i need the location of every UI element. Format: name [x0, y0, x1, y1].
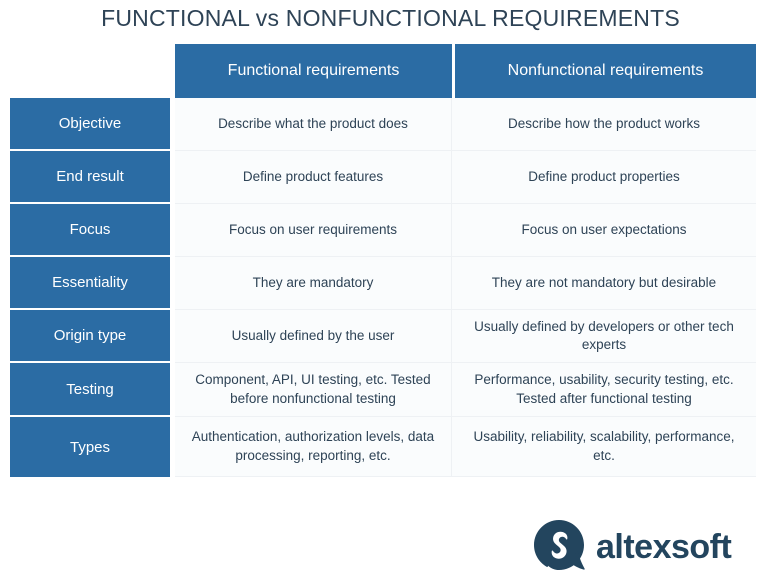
- table-row: Types Authentication, authorization leve…: [10, 417, 756, 477]
- row-label-essentiality: Essentiality: [10, 257, 170, 310]
- row-label-focus: Focus: [10, 204, 170, 257]
- table-row: Essentiality They are mandatory They are…: [10, 257, 756, 310]
- cell-text: They are mandatory: [252, 274, 374, 290]
- row-label-end-result: End result: [10, 151, 170, 204]
- cell-testing-functional: Component, API, UI testing, etc. Tested …: [175, 363, 452, 417]
- cell-text: Component, API, UI testing, etc. Tested …: [195, 372, 431, 406]
- table-row: Origin type Usually defined by the user …: [10, 310, 756, 363]
- cell-text: Describe what the product does: [218, 115, 408, 131]
- column-header-functional: Functional requirements: [175, 44, 452, 98]
- cell-essentiality-functional: They are mandatory: [175, 257, 452, 310]
- altexsoft-logo: altexsoft: [532, 518, 732, 572]
- cell-text: Performance, usability, security testing…: [474, 372, 734, 406]
- cell-types-functional: Authentication, authorization levels, da…: [175, 417, 452, 477]
- table-corner-cell: [10, 44, 170, 98]
- cell-origin-type-nonfunctional: Usually defined by developers or other t…: [452, 310, 756, 363]
- cell-focus-nonfunctional: Focus on user expectations: [452, 204, 756, 257]
- table-row: Focus Focus on user requirements Focus o…: [10, 204, 756, 257]
- cell-text: Usually defined by developers or other t…: [474, 318, 734, 352]
- cell-end-result-functional: Define product features: [175, 151, 452, 204]
- cell-focus-functional: Focus on user requirements: [175, 204, 452, 257]
- cell-text: Usability, reliability, scalability, per…: [473, 429, 735, 463]
- speech-bubble-a-icon: [532, 518, 586, 572]
- row-label-objective: Objective: [10, 98, 170, 151]
- cell-text: Authentication, authorization levels, da…: [191, 429, 435, 463]
- cell-text: Usually defined by the user: [231, 327, 395, 343]
- row-label-origin-type: Origin type: [10, 310, 170, 363]
- table-row: Objective Describe what the product does…: [10, 98, 756, 151]
- cell-testing-nonfunctional: Performance, usability, security testing…: [452, 363, 756, 417]
- row-label-testing: Testing: [10, 363, 170, 417]
- table-row: End result Define product features Defin…: [10, 151, 756, 204]
- cell-text: Describe how the product works: [507, 115, 701, 131]
- page-title: FUNCTIONAL vs NONFUNCTIONAL REQUIREMENTS: [101, 5, 680, 31]
- cell-objective-functional: Describe what the product does: [175, 98, 452, 151]
- table-row: Testing Component, API, UI testing, etc.…: [10, 363, 756, 417]
- cell-text: They are not mandatory but desirable: [491, 274, 717, 290]
- cell-text: Focus on user expectations: [521, 221, 687, 237]
- cell-text: Define product properties: [528, 168, 680, 184]
- altexsoft-wordmark: altexsoft: [596, 528, 732, 566]
- table-header-row: Functional requirements Nonfunctional re…: [10, 44, 756, 98]
- cell-text: Define product features: [242, 168, 384, 184]
- cell-essentiality-nonfunctional: They are not mandatory but desirable: [452, 257, 756, 310]
- infographic-page: FUNCTIONAL vs NONFUNCTIONAL REQUIREMENTS…: [0, 0, 781, 584]
- row-label-types: Types: [10, 417, 170, 477]
- comparison-table: Functional requirements Nonfunctional re…: [10, 44, 756, 477]
- column-header-nonfunctional: Nonfunctional requirements: [455, 44, 756, 98]
- cell-objective-nonfunctional: Describe how the product works: [452, 98, 756, 151]
- cell-text: Focus on user requirements: [228, 221, 398, 237]
- cell-origin-type-functional: Usually defined by the user: [175, 310, 452, 363]
- cell-end-result-nonfunctional: Define product properties: [452, 151, 756, 204]
- cell-types-nonfunctional: Usability, reliability, scalability, per…: [452, 417, 756, 477]
